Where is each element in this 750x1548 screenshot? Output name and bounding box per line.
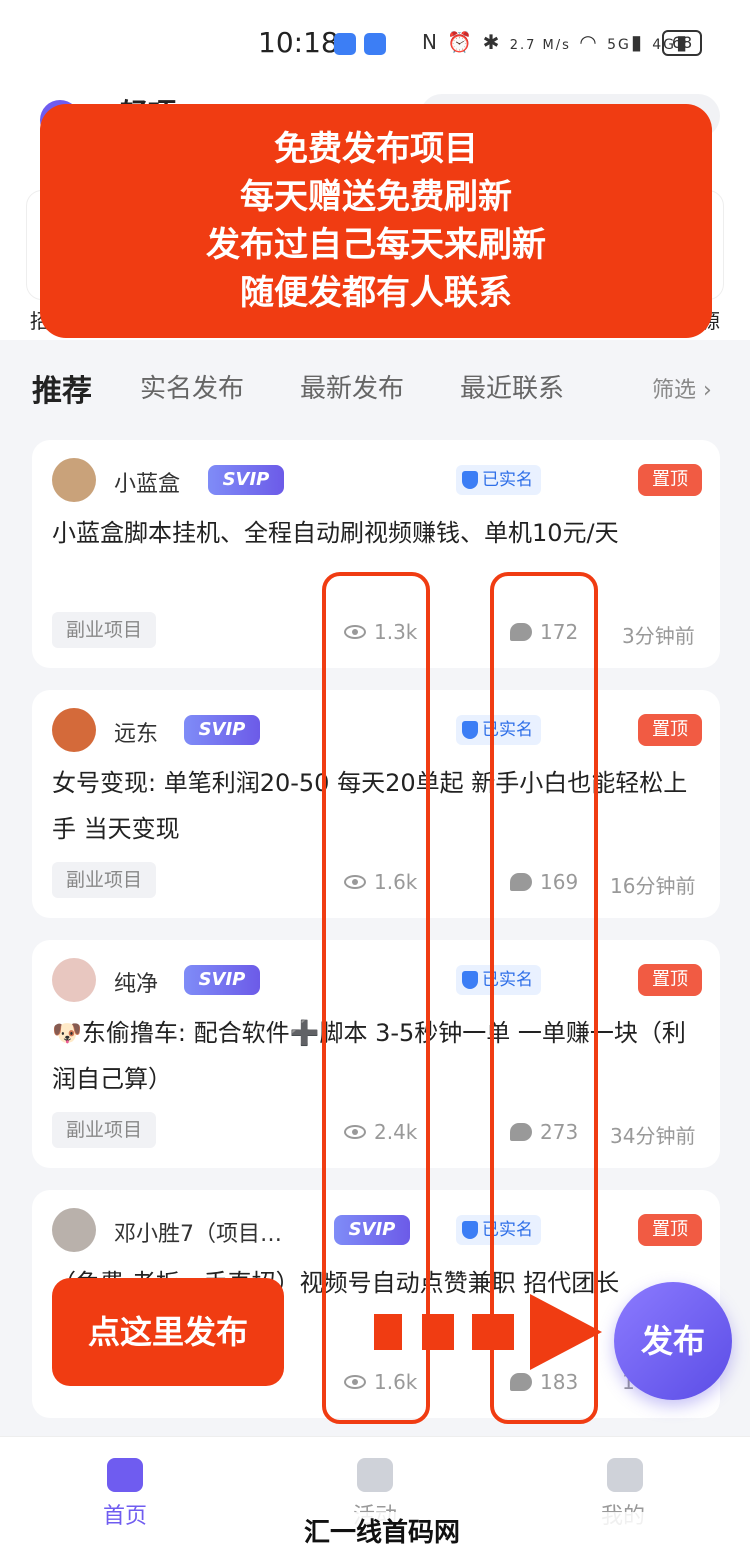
bluetooth-icon: ✱	[482, 30, 502, 54]
voice-notification-icon	[364, 33, 386, 55]
verified-badge: 已实名	[456, 465, 541, 495]
shield-icon	[462, 1221, 478, 1239]
shield-icon	[462, 471, 478, 489]
tab-recommend[interactable]: 推荐	[32, 366, 92, 410]
arrow-dash	[374, 1314, 402, 1350]
views-highlight	[322, 572, 430, 1424]
pinned-badge: 置顶	[638, 1214, 702, 1246]
user-icon[interactable]	[607, 1458, 643, 1492]
status-time: 10:18	[258, 26, 339, 59]
promo-line: 随便发都有人联系	[240, 273, 512, 313]
post-author: 纯净	[114, 972, 159, 997]
shield-icon	[462, 971, 478, 989]
post-time: 16分钟前	[610, 874, 696, 898]
pinned-badge: 置顶	[638, 714, 702, 746]
svip-badge: SVIP	[208, 465, 284, 495]
arrow-dash	[472, 1314, 514, 1350]
shield-icon	[462, 721, 478, 739]
post-time: 3分钟前	[622, 624, 695, 648]
pinned-badge: 置顶	[638, 964, 702, 996]
svip-badge: SVIP	[184, 965, 260, 995]
post-time: 34分钟前	[610, 1124, 696, 1148]
arrow-right-icon	[530, 1294, 602, 1370]
post-author: 邓小胜7（项目…	[114, 1222, 282, 1247]
filter-button[interactable]: 筛选 ›	[652, 372, 712, 404]
avatar	[52, 708, 96, 752]
watermark: 汇一线首码网 www.huiyixian.com	[300, 1512, 750, 1548]
chevron-right-icon: ›	[703, 378, 712, 403]
tab-recent-contacts[interactable]: 最近联系	[460, 368, 564, 405]
app-notification-icon	[334, 33, 356, 55]
publish-button[interactable]: 发布	[614, 1282, 732, 1400]
promo-line: 免费发布项目	[274, 129, 478, 169]
tab-verified-posts[interactable]: 实名发布	[140, 368, 244, 405]
tab-latest-posts[interactable]: 最新发布	[300, 368, 404, 405]
money-bag-icon[interactable]	[357, 1458, 393, 1492]
svip-badge: SVIP	[184, 715, 260, 745]
arrow-dash	[422, 1314, 454, 1350]
category-tag: 副业项目	[52, 612, 157, 648]
category-tag: 副业项目	[52, 1112, 157, 1148]
post-author: 小蓝盒	[114, 472, 181, 497]
home-icon[interactable]	[107, 1458, 143, 1492]
promo-line: 每天赠送免费刷新	[240, 177, 512, 217]
promo-banner: 免费发布项目 每天赠送免费刷新 发布过自己每天来刷新 随便发都有人联系	[40, 104, 712, 338]
avatar	[52, 458, 96, 502]
avatar	[52, 1208, 96, 1252]
publish-callout: 点这里发布	[52, 1278, 284, 1386]
wifi-icon: ◠	[579, 30, 599, 54]
category-tag: 副业项目	[52, 862, 157, 898]
promo-line: 发布过自己每天来刷新	[206, 225, 546, 265]
nfc-icon: N	[422, 30, 439, 54]
nav-home[interactable]: 首页	[103, 1498, 147, 1530]
network-speed: 2.7 M/s	[509, 38, 571, 53]
post-title[interactable]: 小蓝盒脚本挂机、全程自动刷视频赚钱、单机10元/天	[52, 510, 702, 556]
alarm-icon: ⏰	[447, 30, 475, 54]
avatar	[52, 958, 96, 1002]
pinned-badge: 置顶	[638, 464, 702, 496]
signal-5g-icon: 5G	[607, 37, 631, 53]
status-icons: N ⏰ ✱ 2.7 M/s ◠ 5G▮ 4G▮	[422, 30, 689, 54]
battery-icon: 68	[662, 30, 702, 56]
post-author: 远东	[114, 722, 159, 747]
